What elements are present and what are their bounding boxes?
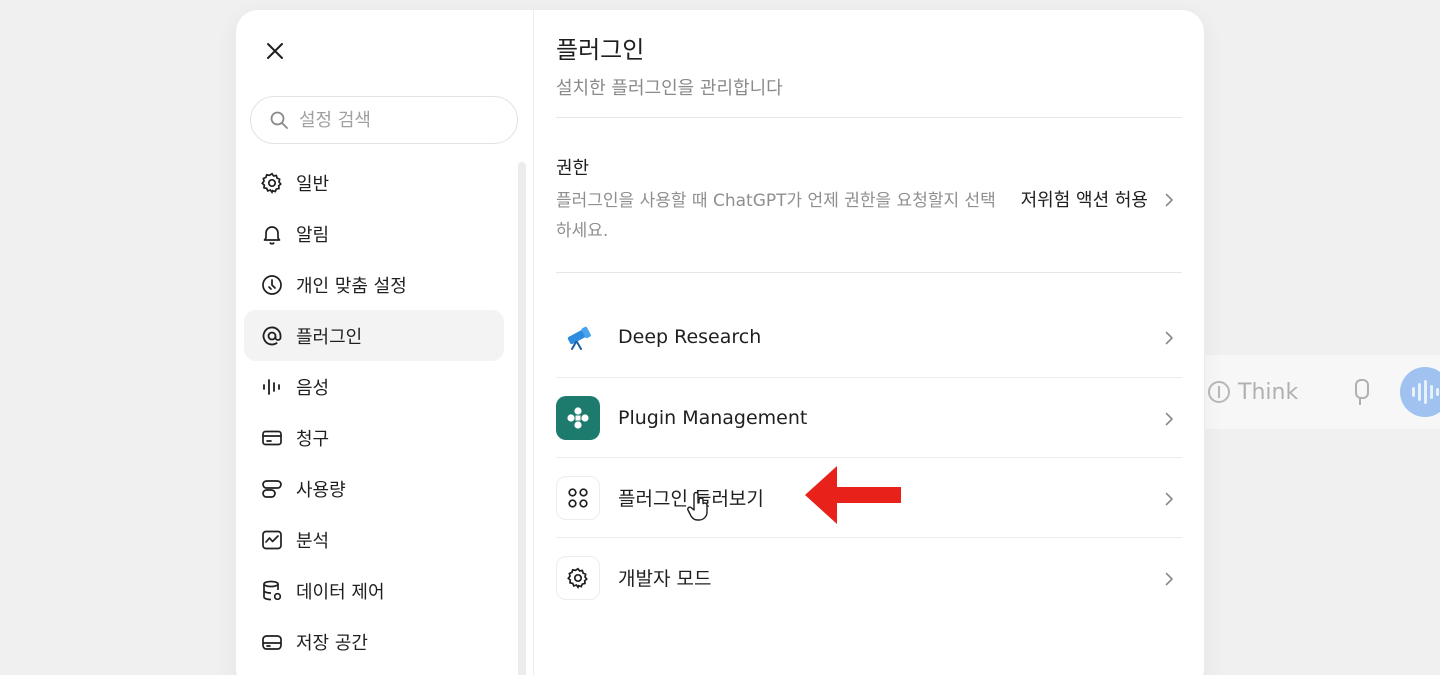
gear-icon: [261, 172, 282, 194]
plugin-management-icon: [556, 395, 600, 440]
chevron-right-icon: [1162, 330, 1176, 345]
sidebar-item-notifications[interactable]: 알림: [244, 208, 504, 259]
list-item-plugin-management[interactable]: Plugin Management: [556, 377, 1182, 457]
microphone-icon: [1346, 377, 1374, 407]
chevron-right-icon: [1162, 192, 1176, 207]
sidebar-item-analytics[interactable]: 분석: [244, 514, 504, 565]
close-icon: [267, 43, 283, 59]
sidebar-item-label: 알림: [296, 224, 330, 246]
chart-icon: [262, 530, 282, 549]
sidebar-item-storage[interactable]: 저장 공간: [244, 616, 504, 667]
settings-nav: 일반 알림 개인 맞춤 설정 플러그인 음성 청구 사용량 분석 데이터 제어 …: [244, 157, 504, 667]
sidebar-item-label: 데이터 제어: [296, 581, 385, 603]
page-subtitle: 설치한 플러그인을 관리합니다: [556, 78, 783, 99]
think-icon: [1208, 381, 1230, 403]
settings-search[interactable]: [250, 96, 518, 144]
sidebar-item-voice[interactable]: 음성: [244, 361, 504, 412]
think-toggle: Think: [1208, 380, 1298, 405]
list-item-developer-mode[interactable]: 개발자 모드: [556, 537, 1182, 617]
row-label: Deep Research: [618, 326, 762, 348]
card-icon: [262, 430, 282, 445]
sidebar-item-label: 플러그인: [296, 326, 363, 348]
sidebar-item-label: 청구: [296, 428, 330, 450]
sidebar-item-label: 개인 맞춤 설정: [296, 275, 407, 297]
personalization-icon: [262, 274, 282, 295]
sidebar-item-label: 사용량: [296, 479, 346, 501]
sidebar-item-billing[interactable]: 청구: [244, 412, 504, 463]
grid-dots-icon: [556, 475, 600, 520]
sidebar-item-general[interactable]: 일반: [244, 157, 504, 208]
think-label: Think: [1238, 379, 1299, 405]
usage-icon: [262, 479, 282, 498]
row-label: 개발자 모드: [618, 568, 712, 590]
search-icon: [270, 111, 288, 129]
gear-icon: [556, 555, 600, 600]
divider: [556, 117, 1182, 118]
sidebar-item-usage[interactable]: 사용량: [244, 463, 504, 514]
close-button[interactable]: [262, 38, 288, 64]
chevron-right-icon: [1162, 491, 1176, 506]
plugin-list: Deep Research Plugin Management 플러그인 둘러보…: [556, 297, 1182, 617]
search-input[interactable]: [299, 109, 499, 131]
row-label: Plugin Management: [618, 406, 808, 429]
hand-cursor-icon: [687, 491, 708, 521]
bell-icon: [263, 225, 281, 245]
settings-sidebar: 일반 알림 개인 맞춤 설정: [236, 10, 534, 675]
page-title: 플러그인: [556, 36, 645, 64]
permissions-dropdown[interactable]: 저위험 액션 허용: [1021, 186, 1148, 212]
sidebar-item-personalization[interactable]: 개인 맞춤 설정: [244, 259, 504, 310]
sidebar-item-label: 분석: [296, 530, 330, 552]
divider: [556, 272, 1182, 273]
database-icon: [263, 580, 282, 600]
settings-modal: 일반 알림 개인 맞춤 설정: [236, 10, 1204, 675]
annotation-arrow-icon: [805, 466, 901, 524]
telescope-icon: [556, 315, 600, 359]
sidebar-item-label: 저장 공간: [296, 632, 368, 654]
chevron-right-icon: [1162, 411, 1176, 426]
plugins-panel: 플러그인 설치한 플러그인을 관리합니다 권한 플러그인을 사용할 때 Chat…: [534, 10, 1204, 675]
list-item-deep-research[interactable]: Deep Research: [556, 297, 1182, 377]
sidebar-item-label: 음성: [296, 377, 330, 399]
permissions-title: 권한: [556, 158, 590, 179]
storage-icon: [262, 634, 282, 650]
sidebar-item-label: 일반: [296, 173, 330, 195]
at-icon: [262, 326, 282, 345]
waveform-icon: [263, 378, 280, 395]
permissions-description: 플러그인을 사용할 때 ChatGPT가 언제 권한을 요청할지 선택하세요.: [556, 191, 996, 241]
chevron-right-icon: [1162, 571, 1176, 586]
sidebar-item-data-controls[interactable]: 데이터 제어: [244, 565, 504, 616]
voice-mode-button: [1400, 367, 1440, 417]
sidebar-scrollbar[interactable]: [518, 162, 526, 675]
sidebar-item-plugins[interactable]: 플러그인: [244, 310, 504, 361]
